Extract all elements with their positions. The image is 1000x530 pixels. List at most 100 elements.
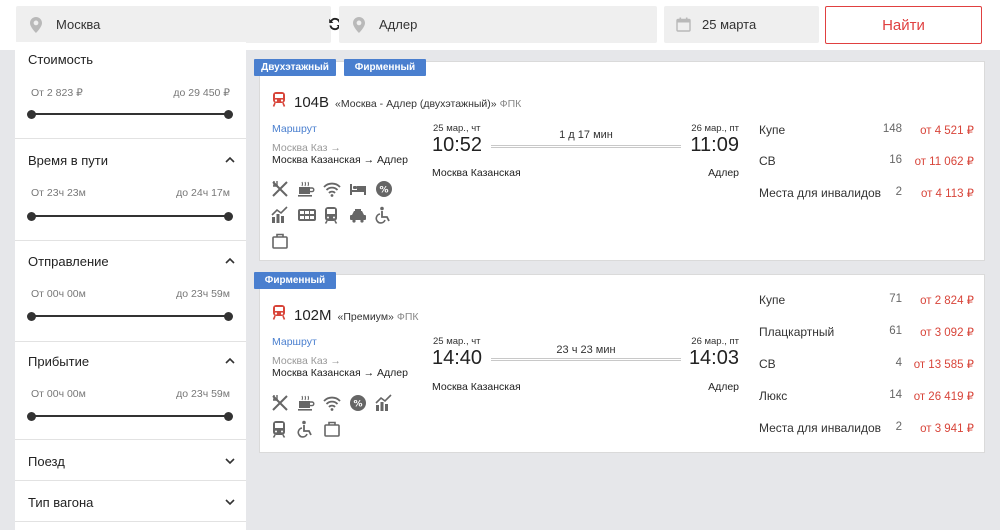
to-field[interactable]: Адлер <box>339 6 657 43</box>
route-from: Москва Каз → <box>272 355 341 367</box>
from-value: Москва <box>56 17 101 32</box>
car-class-price: от 11 062 ₽ <box>914 156 974 168</box>
filter-travel-time-title[interactable]: Время в пути <box>28 153 108 168</box>
filter-arrival: Прибытие От 00ч 00м до 23ч 59м <box>15 342 246 440</box>
departure-slider[interactable] <box>27 311 233 321</box>
arrival-slider[interactable] <box>27 411 233 421</box>
slider-handle-max[interactable] <box>224 311 233 321</box>
car-class-name: Места для инвалидов <box>759 186 882 200</box>
wifi-icon <box>323 176 349 202</box>
seats-count: 14 <box>889 389 902 401</box>
car-class-price: от 3 941 ₽ <box>920 423 974 435</box>
departure-date: 25 мар., чт <box>433 123 481 134</box>
chevron-up-icon[interactable] <box>224 154 236 166</box>
arrival-station: Адлер <box>708 167 739 179</box>
chevron-down-icon[interactable] <box>224 496 236 508</box>
train-header: 102М «Премиум» ФПК <box>272 305 419 324</box>
slider-handle-min[interactable] <box>27 311 36 321</box>
slider-handle-min[interactable] <box>27 411 36 421</box>
svg-text:%: % <box>379 186 388 196</box>
discount-icon: % <box>375 176 401 202</box>
filter-price-title: Стоимость <box>28 52 94 67</box>
chevron-up-icon[interactable] <box>224 255 236 267</box>
chevron-down-icon[interactable] <box>224 455 236 467</box>
travel-time-slider[interactable] <box>27 211 233 221</box>
filter-train-title[interactable]: Поезд <box>28 454 65 469</box>
restaurant-icon <box>271 176 297 202</box>
slider-handle-min[interactable] <box>27 109 36 119</box>
discount-icon: % <box>349 390 375 416</box>
filter-car-type-title[interactable]: Тип вагона <box>28 495 93 510</box>
luggage-icon <box>271 228 297 254</box>
from-field[interactable]: Москва <box>16 6 331 43</box>
car-class-name: Люкс <box>759 389 788 403</box>
filter-travel-time-max: до 24ч 17м <box>176 187 230 199</box>
car-class-name: СВ <box>759 154 776 168</box>
filter-travel-time: Время в пути От 23ч 23м до 24ч 17м <box>15 139 246 241</box>
train-number: 104В <box>294 94 330 111</box>
taxi-icon <box>349 202 375 228</box>
tag-branded: Фирменный <box>254 272 336 289</box>
train-name: «Премиум» <box>337 311 394 323</box>
filter-price-max: до 29 450 ₽ <box>173 87 230 99</box>
train-icon <box>272 92 286 107</box>
location-pin-icon <box>16 16 56 33</box>
train-icon <box>272 305 286 320</box>
duration-line <box>491 145 681 148</box>
train-card[interactable]: Двухэтажный Фирменный 104В «Москва - Адл… <box>254 59 985 261</box>
slider-handle-max[interactable] <box>224 411 233 421</box>
amenities: % <box>271 390 401 442</box>
filter-price: Стоимость От 2 823 ₽ до 29 450 ₽ <box>15 42 246 139</box>
car-class-name: СВ <box>759 357 776 371</box>
departure-time: 14:40 <box>432 347 483 369</box>
route-full: Москва Казанская → Адлер <box>272 154 408 166</box>
departure-time: 10:52 <box>432 134 483 156</box>
date-field[interactable]: 25 марта <box>664 6 819 43</box>
price-slider[interactable] <box>27 109 233 119</box>
find-button[interactable]: Найти <box>825 6 982 44</box>
filter-departure-title[interactable]: Отправление <box>28 254 109 269</box>
seats-count: 2 <box>895 186 902 198</box>
duration-line <box>491 358 681 361</box>
luggage-icon <box>323 416 349 442</box>
seats-count: 4 <box>895 357 902 369</box>
arrival-date: 26 мар., пт <box>691 123 739 134</box>
filter-train[interactable]: Поезд <box>15 440 246 481</box>
train-carrier: ФПК <box>499 98 522 110</box>
trip-duration: 23 ч 23 мин <box>556 344 616 356</box>
seats-count: 2 <box>895 421 902 433</box>
seats-count: 16 <box>889 154 902 166</box>
filter-arrival-min: От 00ч 00м <box>31 388 86 400</box>
train-card[interactable]: Фирменный 102М «Премиум» ФПК Маршрут Мос… <box>254 272 985 453</box>
train-name: «Москва - Адлер (двухэтажный)» <box>335 98 497 110</box>
arrival-station: Адлер <box>708 381 739 393</box>
seats-count: 61 <box>889 325 902 337</box>
chart-icon <box>271 202 297 228</box>
car-class-price: от 4 521 ₽ <box>920 125 974 137</box>
bus-icon <box>323 202 349 228</box>
car-class-name: Купе <box>759 293 786 307</box>
slider-handle-max[interactable] <box>224 211 233 221</box>
filter-arrival-title[interactable]: Прибытие <box>28 354 89 369</box>
restaurant-icon <box>271 390 297 416</box>
filter-arrival-max: до 23ч 59м <box>176 388 230 400</box>
car-class-name: Места для инвалидов <box>759 421 882 435</box>
filter-departure-min: От 00ч 00м <box>31 288 86 300</box>
wheelchair-icon <box>297 416 323 442</box>
chevron-up-icon[interactable] <box>224 355 236 367</box>
filter-car-type[interactable]: Тип вагона <box>15 481 246 522</box>
car-class-price: от 4 113 ₽ <box>920 188 974 200</box>
car-class-price: от 3 092 ₽ <box>920 327 974 339</box>
car-class-price: от 2 824 ₽ <box>920 295 974 307</box>
filter-departure: Отправление От 00ч 00м до 23ч 59м <box>15 241 246 342</box>
slider-handle-min[interactable] <box>27 211 36 221</box>
departure-station: Москва Казанская <box>432 381 521 393</box>
route-link[interactable]: Маршрут <box>272 123 317 135</box>
car-class-price: от 13 585 ₽ <box>913 359 974 371</box>
arrival-time: 14:03 <box>688 347 739 369</box>
route-link[interactable]: Маршрут <box>272 336 317 348</box>
departure-date: 25 мар., чт <box>433 336 481 347</box>
slider-handle-max[interactable] <box>224 109 233 119</box>
tag-branded: Фирменный <box>344 59 426 76</box>
to-value: Адлер <box>379 17 418 32</box>
